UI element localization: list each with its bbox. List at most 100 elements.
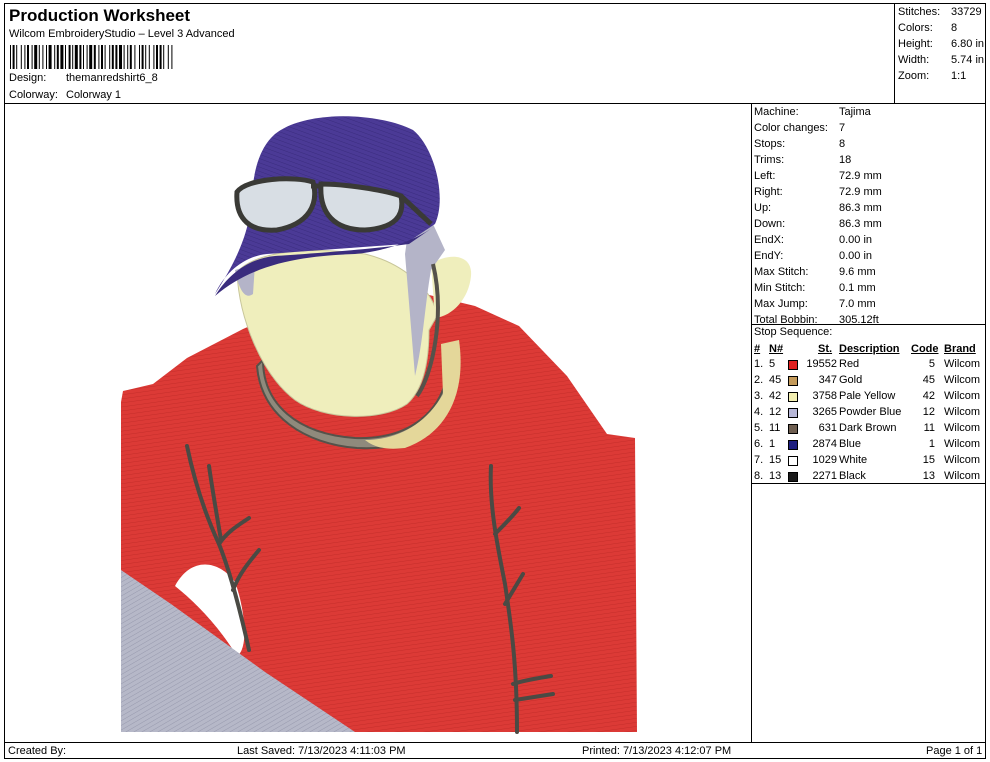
- colorway-value: Colorway 1: [66, 89, 122, 101]
- row-brand: Wilcom: [944, 438, 981, 450]
- row-description: White: [839, 454, 868, 466]
- row-num: 5.: [754, 422, 764, 434]
- row-stitches: 2874: [812, 438, 837, 450]
- col-st: St.: [818, 343, 833, 355]
- col-code: Code: [911, 343, 939, 355]
- table-row: 7. 15 1029 White 15 Wilcom: [752, 454, 985, 470]
- row-description: Powder Blue: [839, 406, 902, 418]
- row-code: 12: [922, 406, 935, 418]
- stat-zoom: Zoom: 1:1: [898, 70, 967, 82]
- row-brand: Wilcom: [944, 374, 981, 386]
- max-jump-row: Max Jump: 7.0 mm: [754, 298, 876, 310]
- stat-colors: Colors: 8: [898, 22, 958, 34]
- panel-divider: [752, 324, 985, 325]
- row-description: Blue: [839, 438, 862, 450]
- colorway-row: Colorway: Colorway 1: [9, 89, 121, 101]
- colorway-label: Colorway:: [9, 89, 58, 101]
- last-saved: Last Saved: 7/13/2023 4:11:03 PM: [237, 745, 406, 757]
- created-by: Created By:: [8, 745, 67, 757]
- row-n: 42: [769, 390, 782, 402]
- color-swatch: [788, 376, 798, 386]
- table-row: 8. 13 2271 Black 13 Wilcom: [752, 470, 985, 486]
- color-changes-row: Color changes: 7: [754, 122, 846, 134]
- worksheet-header: Production Worksheet Wilcom EmbroiderySt…: [4, 3, 895, 104]
- col-brand: Brand: [944, 343, 976, 355]
- row-stitches: 1029: [812, 454, 837, 466]
- trims-row: Trims: 18: [754, 154, 852, 166]
- stat-stitches: Stitches: 33729: [898, 6, 982, 18]
- row-code: 42: [922, 390, 935, 402]
- row-code: 1: [928, 438, 935, 450]
- right-row: Right: 72.9 mm: [754, 186, 882, 198]
- row-code: 5: [928, 358, 935, 370]
- color-swatch: [788, 440, 798, 450]
- stop-sequence-label: Stop Sequence:: [754, 326, 833, 338]
- row-stitches: 631: [818, 422, 837, 434]
- row-stitches: 3265: [812, 406, 837, 418]
- row-num: 6.: [754, 438, 764, 450]
- row-brand: Wilcom: [944, 358, 981, 370]
- software-name: Wilcom EmbroideryStudio – Level 3 Advanc…: [9, 28, 235, 40]
- row-num: 1.: [754, 358, 764, 370]
- row-num: 2.: [754, 374, 764, 386]
- color-swatch: [788, 472, 798, 482]
- endx-row: EndX: 0.00 in: [754, 234, 873, 246]
- row-n: 12: [769, 406, 782, 418]
- row-description: Gold: [839, 374, 863, 386]
- row-num: 3.: [754, 390, 764, 402]
- row-n: 13: [769, 470, 782, 482]
- stat-height: Height: 6.80 in: [898, 38, 985, 50]
- row-brand: Wilcom: [944, 454, 981, 466]
- design-preview: [4, 103, 752, 743]
- color-swatch: [788, 360, 798, 370]
- design-value: themanredshirt6_8: [66, 72, 158, 84]
- row-description: Pale Yellow: [839, 390, 896, 402]
- col-n: N#: [769, 343, 784, 355]
- design-stats: Stitches: 33729 Colors: 8 Height: 6.80 in W…: [894, 3, 986, 104]
- row-code: 11: [923, 422, 935, 434]
- stat-width: Width: 5.74 in: [898, 54, 985, 66]
- color-swatch: [788, 456, 798, 466]
- row-num: 4.: [754, 406, 764, 418]
- row-brand: Wilcom: [944, 390, 981, 402]
- table-row: 6. 1 2874 Blue 1 Wilcom: [752, 438, 985, 454]
- table-row: 3. 42 3758 Pale Yellow 42 Wilcom: [752, 390, 985, 406]
- page-number: Page 1 of 1: [926, 745, 983, 757]
- row-n: 1: [769, 438, 776, 450]
- color-swatch: [788, 392, 798, 402]
- table-row: 2. 45 347 Gold 45 Wilcom: [752, 374, 985, 390]
- color-swatch: [788, 424, 798, 434]
- row-stitches: 347: [818, 374, 837, 386]
- row-brand: Wilcom: [944, 406, 981, 418]
- row-code: 45: [922, 374, 935, 386]
- max-stitch-row: Max Stitch: 9.6 mm: [754, 266, 876, 278]
- table-row: 5. 11 631 Dark Brown 11 Wilcom: [752, 422, 985, 438]
- page-title: Production Worksheet: [9, 6, 191, 25]
- col-num: #: [754, 343, 761, 355]
- row-n: 5: [769, 358, 776, 370]
- row-description: Red: [839, 358, 860, 370]
- endy-row: EndY: 0.00 in: [754, 250, 873, 262]
- row-num: 8.: [754, 470, 764, 482]
- min-stitch-row: Min Stitch: 0.1 mm: [754, 282, 876, 294]
- machine-info-panel: Machine: Tajima Color changes: 7 Stops: 8 T…: [751, 103, 986, 743]
- embroidery-design-image: [121, 116, 637, 734]
- row-n: 45: [769, 374, 782, 386]
- stop-sequence-table: # N# St. Description Code Brand 1. 5 19552…: [752, 341, 985, 484]
- table-row: 1. 5 19552 Red 5 Wilcom: [752, 358, 985, 374]
- table-row: 4. 12 3265 Powder Blue 12 Wilcom: [752, 406, 985, 422]
- down-row: Down: 86.3 mm: [754, 218, 882, 230]
- row-brand: Wilcom: [944, 422, 981, 434]
- row-brand: Wilcom: [944, 470, 981, 482]
- color-swatch: [788, 408, 798, 418]
- row-code: 15: [922, 454, 935, 466]
- worksheet-footer: Created By: Last Saved: 7/13/2023 4:11:0…: [4, 742, 986, 759]
- design-label: Design:: [9, 72, 47, 84]
- up-row: Up: 86.3 mm: [754, 202, 882, 214]
- row-n: 15: [769, 454, 782, 466]
- stops-row: Stops: 8: [754, 138, 846, 150]
- left-row: Left: 72.9 mm: [754, 170, 882, 182]
- row-n: 11: [769, 422, 781, 434]
- row-stitches: 19552: [806, 358, 837, 370]
- design-row: Design: themanredshirt6_8: [9, 72, 158, 84]
